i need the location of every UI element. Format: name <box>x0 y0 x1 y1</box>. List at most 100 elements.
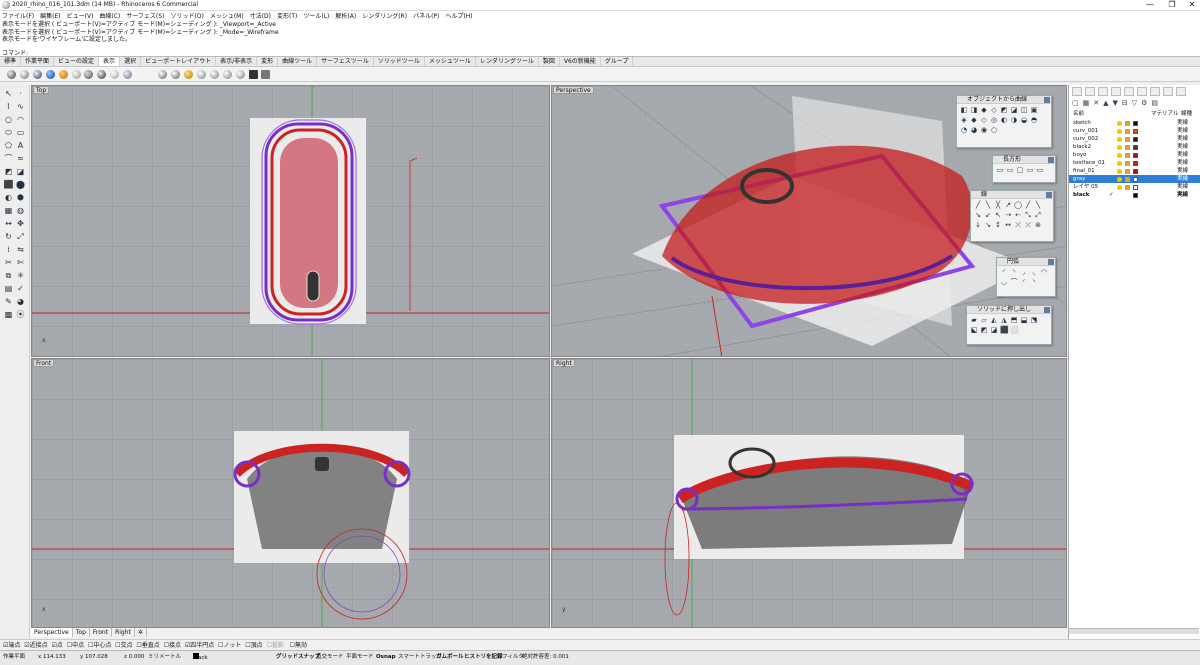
menu-edit[interactable]: 編集(E) <box>40 13 60 20</box>
line-icon[interactable]: ⤡ <box>1024 211 1032 219</box>
line-icon[interactable]: ╱ <box>974 201 982 209</box>
planar-toggle[interactable]: 平面モード <box>346 652 374 663</box>
shaded-mode-icon[interactable] <box>19 70 29 79</box>
scale-icon[interactable]: ⤢ <box>15 231 26 242</box>
arctic-mode-icon[interactable] <box>110 70 120 79</box>
minimize-button[interactable]: — <box>1140 0 1160 11</box>
tab-display[interactable]: 表示 <box>99 57 121 66</box>
tool-icon[interactable]: ◒ <box>1020 116 1028 124</box>
arc-icon[interactable]: ◜ <box>1000 268 1008 276</box>
rotate-icon[interactable]: ↻ <box>3 231 14 242</box>
menu-view[interactable]: ビュー(V) <box>67 13 94 20</box>
menu-mesh[interactable]: メッシュ(M) <box>210 13 244 20</box>
dot-icon[interactable]: ⦿ <box>15 309 26 320</box>
display-options-icon[interactable] <box>123 70 133 79</box>
layer-row-selected[interactable]: gray 実線 <box>1069 175 1200 183</box>
line-icon[interactable]: ↕ <box>994 221 1002 229</box>
sphere-icon[interactable] <box>209 70 219 79</box>
line-icon[interactable]: ↘ <box>984 221 992 229</box>
tab-curve-tools[interactable]: 曲線ツール <box>278 57 318 66</box>
array-icon[interactable]: ⁞ <box>3 244 14 255</box>
arc-icon[interactable]: ◝ <box>1010 268 1018 276</box>
panel-close-icon[interactable] <box>1048 157 1054 163</box>
menu-panels[interactable]: パネル(P) <box>413 13 439 20</box>
polygon-icon[interactable]: ⬠ <box>3 140 14 151</box>
tab-surface-tools[interactable]: サーフェスツール <box>317 57 374 66</box>
extrude-icon[interactable]: ◪ <box>990 326 998 334</box>
osnap-toggle[interactable]: Osnap <box>376 652 396 663</box>
add-viewport-icon[interactable]: ✲ <box>135 628 147 637</box>
layer-row[interactable]: testface_01 実線 <box>1069 159 1200 167</box>
layer-row[interactable]: sketch 実線 <box>1069 119 1200 127</box>
ellipse-icon[interactable]: ⬭ <box>3 127 14 138</box>
light-bulb-icon[interactable] <box>1117 160 1122 166</box>
named-views-tab-icon[interactable] <box>1176 87 1186 96</box>
cylinder-icon[interactable]: ⬤ <box>15 179 26 190</box>
extrude-icon[interactable]: ⬒ <box>1010 316 1018 324</box>
rectangle-icon[interactable]: ▢ <box>1016 166 1024 174</box>
box-icon[interactable]: ⬛ <box>3 179 14 190</box>
line-icon[interactable]: ╳ <box>994 201 1002 209</box>
extrude-icon[interactable]: ⬜ <box>1010 326 1019 334</box>
tool-icon[interactable]: ◈ <box>960 116 968 124</box>
tool-icon[interactable]: ◫ <box>1020 106 1028 114</box>
layer-color-swatch[interactable] <box>1133 168 1138 174</box>
light-bulb-icon[interactable] <box>1117 144 1122 150</box>
arc-icon[interactable]: ◜ <box>1020 278 1028 286</box>
grid-snap-toggle[interactable]: グリッドスナップ <box>276 652 320 663</box>
render-icon[interactable]: ◍ <box>15 205 26 216</box>
osnap-intersection[interactable]: ☐交点 <box>115 642 132 649</box>
tab-viewport-layout[interactable]: ビューポートレイアウト <box>141 57 217 66</box>
viewport-label-front[interactable]: Front <box>33 359 55 367</box>
light-bulb-icon[interactable] <box>1117 176 1122 182</box>
tab-group[interactable]: グループ <box>601 57 634 66</box>
hatch-icon[interactable]: ▩ <box>3 309 14 320</box>
extrude-icon[interactable]: ⬢ <box>15 192 26 203</box>
tool-icon[interactable]: ◩ <box>1000 106 1008 114</box>
tool-icon[interactable]: ◓ <box>1030 116 1038 124</box>
join-icon[interactable]: ⧉ <box>3 270 14 281</box>
trim-icon[interactable]: ✄ <box>15 257 26 268</box>
grid-icon[interactable]: ▤ <box>3 283 14 294</box>
tool-icon[interactable]: ◇ <box>990 106 998 114</box>
light-bulb-icon[interactable] <box>1117 152 1122 158</box>
viewport-right[interactable]: y Right <box>551 358 1067 628</box>
arc-icon[interactable]: ◠ <box>15 114 26 125</box>
layer-row[interactable]: curv_002 実線 <box>1069 135 1200 143</box>
close-button[interactable]: ✕ <box>1182 0 1200 11</box>
panel-close-icon[interactable] <box>1046 192 1052 198</box>
tool-icon[interactable]: ◪ <box>1010 106 1018 114</box>
osnap-tangent[interactable]: ☐接点 <box>164 642 181 649</box>
menu-render[interactable]: レンダリング(R) <box>362 13 407 20</box>
tab-render-tools[interactable]: レンダリングツール <box>476 57 539 66</box>
layer-row[interactable]: final_01 実線 <box>1069 167 1200 175</box>
tool-icon[interactable]: ◐ <box>1000 116 1008 124</box>
panel-header[interactable]: ソリッドに押し出し <box>967 306 1051 314</box>
panel-scrollbar[interactable] <box>1069 628 1199 634</box>
analyze-icon[interactable]: ✓ <box>15 283 26 294</box>
arc-icon[interactable]: ⌒ <box>1010 278 1018 286</box>
osnap-near[interactable]: ☑近接点 <box>24 642 47 649</box>
viewport-label-right[interactable]: Right <box>553 359 575 367</box>
boolean-icon[interactable]: ◐ <box>3 192 14 203</box>
lock-icon[interactable] <box>1125 144 1130 150</box>
line-icon[interactable]: ╱ <box>1024 201 1032 209</box>
textures-tab-icon[interactable] <box>1150 87 1160 96</box>
tool-icon[interactable]: ◆ <box>980 106 988 114</box>
rectangle-icon[interactable]: ▭ <box>1026 166 1034 174</box>
menu-help[interactable]: ヘルプ(H) <box>445 13 472 20</box>
line-icon[interactable]: ⊛ <box>1034 221 1042 229</box>
material-icon[interactable]: ◕ <box>15 296 26 307</box>
tab-transform[interactable]: 変形 <box>257 57 279 66</box>
menu-transform[interactable]: 変形(T) <box>277 13 297 20</box>
light-bulb-icon[interactable] <box>1117 128 1122 134</box>
menu-dimension[interactable]: 寸法(D) <box>250 13 271 20</box>
menu-solid[interactable]: ソリッド(O) <box>170 13 203 20</box>
line-icon[interactable]: ↗ <box>1004 201 1012 209</box>
fillet-curve-icon[interactable]: ⌒ <box>3 153 14 164</box>
sphere-icon[interactable] <box>222 70 232 79</box>
layer-row[interactable]: curv_001 実線 <box>1069 127 1200 135</box>
point-icon[interactable]: · <box>15 88 26 99</box>
ortho-toggle[interactable]: 直交モード <box>316 652 344 663</box>
select-arrow-icon[interactable]: ↖ <box>3 88 14 99</box>
